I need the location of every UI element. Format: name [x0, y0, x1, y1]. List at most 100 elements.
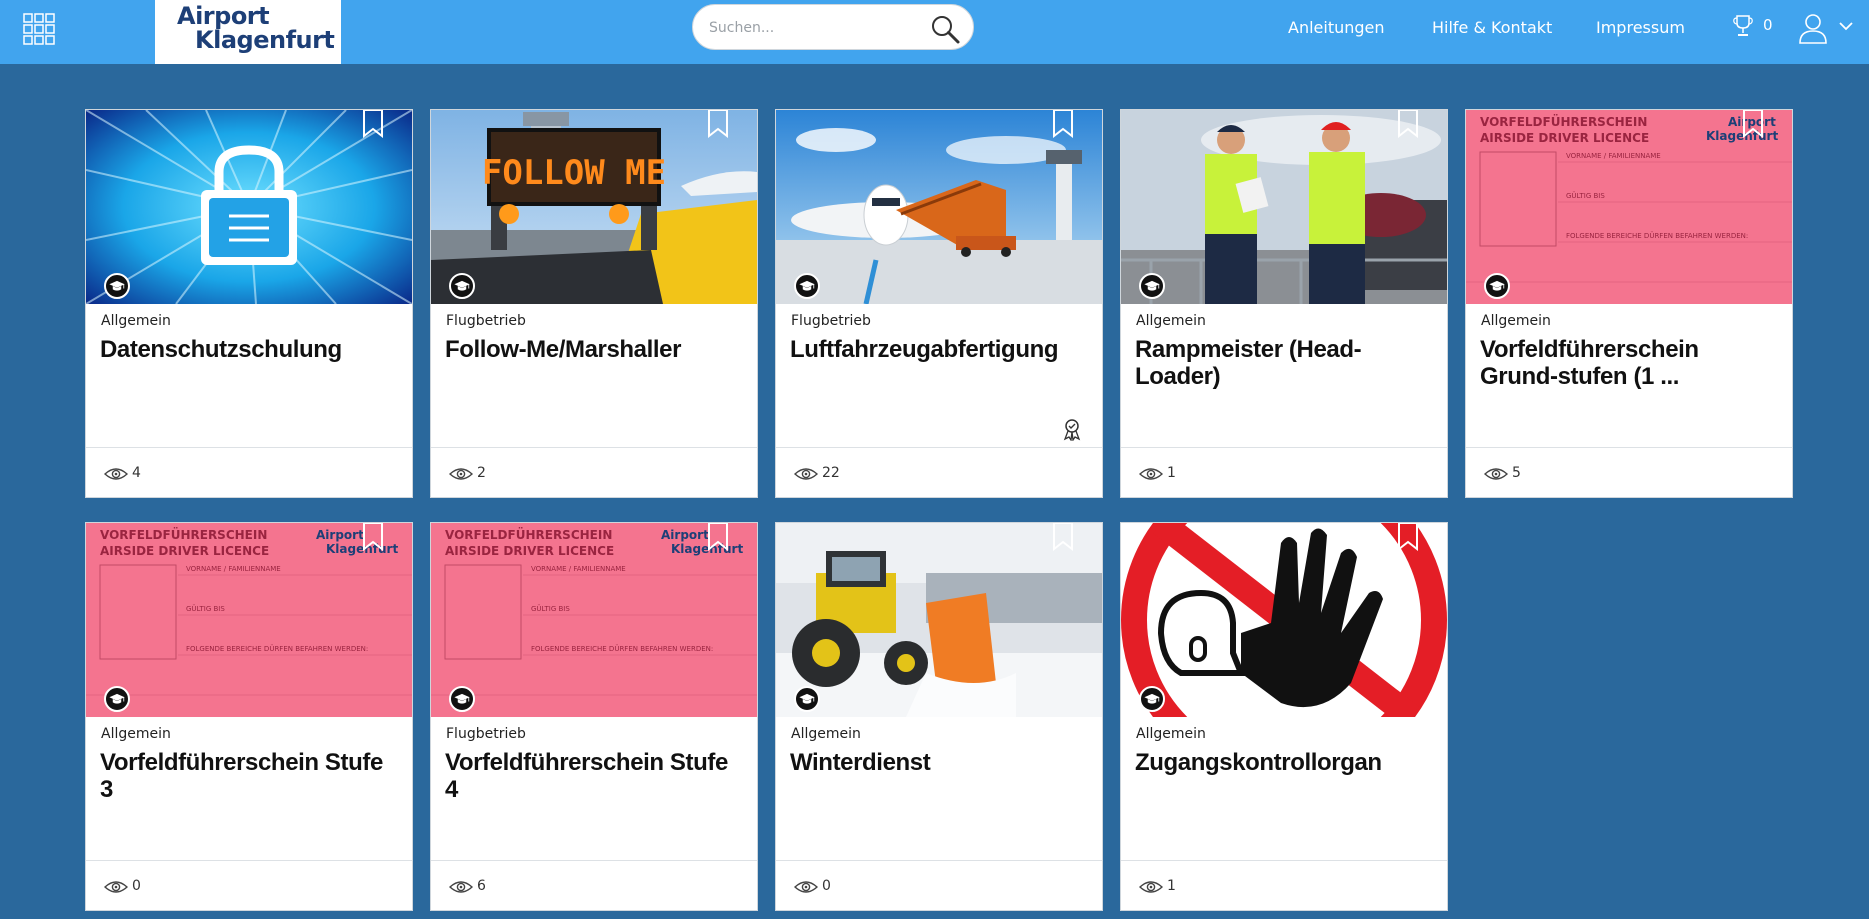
bookmark-icon[interactable] — [362, 110, 384, 138]
course-card-winterdienst[interactable]: Allgemein Winterdienst 0 — [775, 522, 1103, 911]
nav-impressum[interactable]: Impressum — [1596, 18, 1685, 37]
licence-field-2: GÜLTIG BIS — [186, 604, 225, 613]
search-input[interactable] — [707, 15, 911, 41]
licence-title-1: VORFELDFÜHRERSCHEIN — [445, 527, 612, 542]
graduation-cap-icon — [1139, 686, 1165, 712]
graduation-cap-icon — [449, 273, 475, 299]
bookmark-icon[interactable] — [707, 110, 729, 138]
course-image — [776, 110, 1102, 304]
course-card-luftfahrzeugabfertigung[interactable]: Flugbetrieb Luftfahrzeugabfertigung 22 — [775, 109, 1103, 498]
course-category: Flugbetrieb — [791, 313, 871, 329]
bookmark-icon[interactable] — [1052, 523, 1074, 551]
bookmark-icon[interactable] — [1397, 523, 1419, 551]
licence-field-3: FOLGENDE BEREICHE DÜRFEN BEFAHREN WERDEN… — [1566, 231, 1748, 240]
course-title: Zugangskontrollorgan — [1135, 749, 1382, 776]
divider — [86, 447, 412, 448]
licence-logo-1: Airport — [661, 528, 709, 542]
licence-title-2: AIRSIDE DRIVER LICENCE — [1480, 131, 1649, 145]
course-category: Allgemein — [791, 726, 861, 742]
view-count-value: 0 — [822, 878, 831, 894]
eye-icon — [449, 879, 473, 895]
chevron-down-icon[interactable] — [1838, 20, 1854, 32]
course-image — [86, 110, 412, 304]
graduation-cap-icon — [1139, 273, 1165, 299]
eye-icon — [794, 879, 818, 895]
logo-line-2: Klagenfurt — [195, 26, 335, 54]
divider — [86, 860, 412, 861]
course-image — [1121, 110, 1447, 304]
graduation-cap-icon — [794, 686, 820, 712]
eye-icon — [1139, 466, 1163, 482]
course-title: Follow-Me/Marshaller — [445, 336, 682, 363]
course-title: Winterdienst — [790, 749, 931, 776]
eye-icon — [1484, 466, 1508, 482]
view-count-value: 2 — [477, 465, 486, 481]
course-image: FOLLOW ME — [431, 110, 757, 304]
graduation-cap-icon — [1484, 273, 1510, 299]
nav-hilfe-kontakt[interactable]: Hilfe & Kontakt — [1432, 18, 1552, 37]
eye-icon — [104, 466, 128, 482]
follow-me-sign-text: FOLLOW ME — [482, 153, 666, 193]
course-category: Allgemein — [101, 313, 171, 329]
licence-title-2: AIRSIDE DRIVER LICENCE — [445, 544, 614, 558]
licence-field-2: GÜLTIG BIS — [531, 604, 570, 613]
view-count-value: 0 — [132, 878, 141, 894]
licence-field-3: FOLGENDE BEREICHE DÜRFEN BEFAHREN WERDEN… — [186, 644, 368, 653]
licence-field-1: VORNAME / FAMILIENNAME — [1566, 152, 1661, 160]
course-card-rampmeister[interactable]: Allgemein Rampmeister (Head-Loader) 1 — [1120, 109, 1448, 498]
licence-field-1: VORNAME / FAMILIENNAME — [186, 565, 281, 573]
course-title: Luftfahrzeugabfertigung — [790, 336, 1059, 363]
course-card-vorfeldfuehrerschein-stufe-3[interactable]: VORFELDFÜHRERSCHEIN AIRSIDE DRIVER LICEN… — [85, 522, 413, 911]
licence-field-2: GÜLTIG BIS — [1566, 191, 1605, 200]
course-image — [776, 523, 1102, 717]
bookmark-icon[interactable] — [1052, 110, 1074, 138]
graduation-cap-icon — [794, 273, 820, 299]
course-category: Allgemein — [1136, 726, 1206, 742]
course-image: VORFELDFÜHRERSCHEIN AIRSIDE DRIVER LICEN… — [1466, 110, 1792, 304]
bookmark-icon[interactable] — [707, 523, 729, 551]
trophy-icon[interactable] — [1733, 15, 1753, 37]
course-category: Allgemein — [101, 726, 171, 742]
course-image — [1121, 523, 1447, 717]
course-category: Flugbetrieb — [446, 726, 526, 742]
award-icon — [1063, 419, 1081, 441]
bookmark-icon[interactable] — [362, 523, 384, 551]
course-title: Vorfeldführerschein Stufe 4 — [445, 749, 728, 803]
divider — [1466, 447, 1792, 448]
eye-icon — [794, 466, 818, 482]
bookmark-icon[interactable] — [1397, 110, 1419, 138]
course-image: VORFELDFÜHRERSCHEIN AIRSIDE DRIVER LICEN… — [86, 523, 412, 717]
view-count-value: 1 — [1167, 878, 1176, 894]
airport-klagenfurt-logo[interactable]: Airport Klagenfurt — [155, 0, 341, 64]
view-count-value: 22 — [822, 465, 840, 481]
search-icon[interactable] — [929, 13, 961, 45]
eye-icon — [449, 466, 473, 482]
course-title: Datenschutzschulung — [100, 336, 342, 363]
divider — [776, 860, 1102, 861]
course-card-datenschutzschulung[interactable]: Allgemein Datenschutzschulung 4 — [85, 109, 413, 498]
course-card-zugangskontrollorgan[interactable]: Allgemein Zugangskontrollorgan 1 — [1120, 522, 1448, 911]
course-card-vorfeldfuehrerschein-grundstufen[interactable]: VORFELDFÜHRERSCHEIN AIRSIDE DRIVER LICEN… — [1465, 109, 1793, 498]
divider — [1121, 447, 1447, 448]
eye-icon — [1139, 879, 1163, 895]
view-count-value: 1 — [1167, 465, 1176, 481]
user-icon[interactable] — [1798, 12, 1828, 44]
course-title: Rampmeister (Head-Loader) — [1135, 336, 1362, 390]
view-count-value: 5 — [1512, 465, 1521, 481]
nav-anleitungen[interactable]: Anleitungen — [1288, 18, 1385, 37]
licence-field-1: VORNAME / FAMILIENNAME — [531, 565, 626, 573]
course-card-vorfeldfuehrerschein-stufe-4[interactable]: VORFELDFÜHRERSCHEIN AIRSIDE DRIVER LICEN… — [430, 522, 758, 911]
view-count-value: 6 — [477, 878, 486, 894]
licence-field-3: FOLGENDE BEREICHE DÜRFEN BEFAHREN WERDEN… — [531, 644, 713, 653]
trophy-count: 0 — [1763, 16, 1773, 34]
course-card-follow-me-marshaller[interactable]: FOLLOW ME Flugbetrieb Follow-Me/Marshall… — [430, 109, 758, 498]
top-bar: Airport Klagenfurt Anleitungen Hilfe & K… — [0, 0, 1869, 64]
bookmark-icon[interactable] — [1742, 110, 1764, 138]
course-title: Vorfeldführerschein Stufe 3 — [100, 749, 383, 803]
course-image: VORFELDFÜHRERSCHEIN AIRSIDE DRIVER LICEN… — [431, 523, 757, 717]
apps-grid-icon[interactable] — [23, 13, 55, 45]
eye-icon — [104, 879, 128, 895]
divider — [431, 447, 757, 448]
licence-title-1: VORFELDFÜHRERSCHEIN — [1480, 114, 1647, 129]
graduation-cap-icon — [104, 273, 130, 299]
